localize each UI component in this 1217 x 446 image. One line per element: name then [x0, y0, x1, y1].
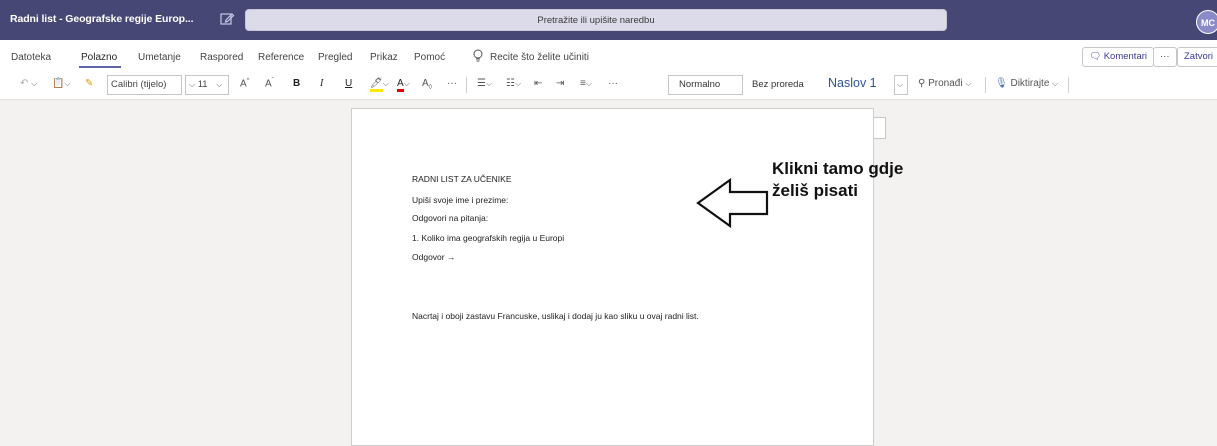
highlight-icon[interactable]: 🖊⌵	[370, 78, 389, 92]
comments-label: Komentari	[1103, 51, 1148, 62]
edit-icon[interactable]	[219, 11, 235, 27]
doc-line-task[interactable]: Nacrtaj i oboji zastavu Francuske, uslik…	[412, 311, 699, 321]
style-normal[interactable]: Normalno	[668, 75, 743, 95]
doc-line-answer[interactable]: Odgovor →	[412, 252, 455, 262]
page-marker	[874, 117, 886, 139]
left-arrow-icon	[696, 177, 769, 229]
style-no-spacing[interactable]: Bez proreda	[752, 79, 804, 90]
find-label: Pronađi	[928, 78, 963, 89]
doc-line-question1[interactable]: 1. Koliko ima geografskih regija u Europ…	[412, 233, 564, 243]
numbering-icon[interactable]: ☷⌵	[506, 78, 521, 89]
divider	[985, 77, 986, 93]
tab-datoteka[interactable]: Datoteka	[11, 52, 51, 63]
chevron-down-icon: ⌵	[1052, 79, 1059, 88]
chevron-down-icon: ⌵	[965, 79, 972, 88]
decrease-indent-icon[interactable]: ⇤	[534, 78, 542, 89]
avatar[interactable]: MC	[1196, 10, 1217, 34]
menu-bar: Datoteka Polazno Umetanje Raspored Refer…	[0, 40, 1217, 70]
lightbulb-icon	[473, 49, 483, 62]
italic-icon[interactable]: I	[320, 78, 323, 89]
tab-umetanje[interactable]: Umetanje	[138, 52, 181, 63]
dictate-label: Diktirajte	[1010, 78, 1050, 89]
shrink-font-icon[interactable]: Aˇ	[265, 78, 274, 89]
clear-formatting-icon[interactable]: A◊	[422, 78, 432, 91]
increase-indent-icon[interactable]: ⇥	[556, 78, 564, 89]
search-icon: ⚲	[918, 78, 926, 89]
tab-raspored[interactable]: Raspored	[200, 52, 243, 63]
chevron-down-icon: ⌵	[216, 80, 223, 89]
styles-dropdown[interactable]: ⌵	[894, 75, 908, 95]
bold-icon[interactable]: B	[293, 78, 300, 89]
align-icon[interactable]: ≡⌵	[580, 78, 592, 89]
divider	[466, 77, 467, 93]
tab-polazno[interactable]: Polazno	[81, 52, 117, 63]
style-heading1[interactable]: Naslov 1	[828, 76, 877, 90]
find-button[interactable]: ⚲ Pronađi ⌵	[918, 78, 971, 89]
font-color-icon[interactable]: A⌵	[397, 78, 410, 92]
microphone-icon: 🎙	[995, 78, 1008, 89]
title-bar: Radni list - Geografske regije Europ... …	[0, 0, 1217, 40]
tab-prikaz[interactable]: Prikaz	[370, 52, 398, 63]
format-painter-icon[interactable]: ✎	[85, 78, 93, 89]
callout-line-2: želiš pisati	[772, 181, 858, 200]
more-options-button[interactable]: ···	[1153, 47, 1177, 67]
dictate-button[interactable]: 🎙 Diktirajte ⌵	[995, 78, 1058, 89]
chevron-down-icon: ⌵	[897, 80, 904, 89]
tab-pregled[interactable]: Pregled	[318, 52, 352, 63]
instruction-callout: Klikni tamo gdje želiš pisati	[772, 158, 903, 202]
more-font-options[interactable]: ···	[447, 78, 457, 89]
close-button[interactable]: Zatvori	[1177, 47, 1217, 67]
clipboard-icon[interactable]: 📋⌵	[52, 78, 71, 89]
underline-icon[interactable]: U	[345, 78, 352, 89]
comments-button[interactable]: 🗨 Komentari	[1082, 47, 1155, 67]
tell-me-search[interactable]: Recite što želite učiniti	[490, 52, 589, 63]
document-title[interactable]: Radni list - Geografske regije Europ...	[10, 13, 194, 25]
grow-font-icon[interactable]: A^	[240, 78, 250, 89]
bullets-icon[interactable]: ☰⌵	[477, 78, 492, 89]
search-input[interactable]: Pretražite ili upišite naredbu	[245, 9, 947, 31]
chevron-down-icon: ⌵	[189, 80, 196, 89]
font-name-select[interactable]: Calibri (tijelo)	[107, 75, 182, 95]
tab-pomoc[interactable]: Pomoć	[414, 52, 445, 63]
callout-line-1: Klikni tamo gdje	[772, 159, 904, 178]
search-placeholder: Pretražite ili upišite naredbu	[537, 15, 655, 26]
doc-heading[interactable]: RADNI LIST ZA UČENIKE	[412, 174, 512, 184]
active-tab-indicator	[79, 66, 121, 68]
comment-icon: 🗨	[1089, 51, 1102, 62]
font-size-value: 11	[197, 79, 208, 90]
more-paragraph-options[interactable]: ···	[608, 78, 618, 89]
doc-line-name[interactable]: Upiši svoje ime i prezime:	[412, 195, 508, 205]
tab-reference[interactable]: Reference	[258, 52, 304, 63]
font-size-select[interactable]: ⌵ 11 ⌵	[185, 75, 229, 95]
divider	[1068, 77, 1069, 93]
doc-line-answers[interactable]: Odgovori na pitanja:	[412, 213, 488, 223]
ribbon-toolbar: ↶ ⌵ 📋⌵ ✎ Calibri (tijelo) ⌵ 11 ⌵ A^ Aˇ B…	[0, 70, 1217, 100]
undo-icon[interactable]: ↶ ⌵	[20, 78, 37, 89]
